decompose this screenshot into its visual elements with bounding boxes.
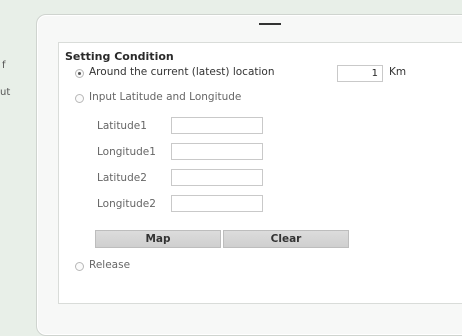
current-location-radio[interactable] bbox=[75, 69, 84, 78]
latitude2-input[interactable] bbox=[171, 169, 263, 186]
longitude2-label: Longitude2 bbox=[97, 198, 156, 210]
latitude1-input[interactable] bbox=[171, 117, 263, 134]
device-notch bbox=[259, 23, 281, 25]
release-radio[interactable] bbox=[75, 262, 84, 271]
longitude1-input[interactable] bbox=[171, 143, 263, 160]
longitude1-label: Longitude1 bbox=[97, 146, 156, 158]
clear-button[interactable]: Clear bbox=[223, 230, 349, 248]
current-location-label: Around the current (latest) location bbox=[89, 66, 275, 78]
release-label: Release bbox=[89, 259, 131, 271]
panel-title: Setting Condition bbox=[65, 50, 174, 63]
cropped-left-text-1: f bbox=[2, 60, 6, 71]
setting-condition-panel: Setting Condition Around the current (la… bbox=[58, 42, 462, 304]
map-button[interactable]: Map bbox=[95, 230, 221, 248]
distance-input[interactable]: 1 bbox=[337, 65, 383, 82]
input-latlon-label: Input Latitude and Longitude bbox=[89, 91, 242, 103]
latitude2-label: Latitude2 bbox=[97, 172, 147, 184]
distance-unit: Km bbox=[389, 66, 407, 78]
longitude2-input[interactable] bbox=[171, 195, 263, 212]
cropped-left-text-2: ut bbox=[0, 87, 11, 98]
input-latlon-radio[interactable] bbox=[75, 94, 84, 103]
latitude1-label: Latitude1 bbox=[97, 120, 147, 132]
